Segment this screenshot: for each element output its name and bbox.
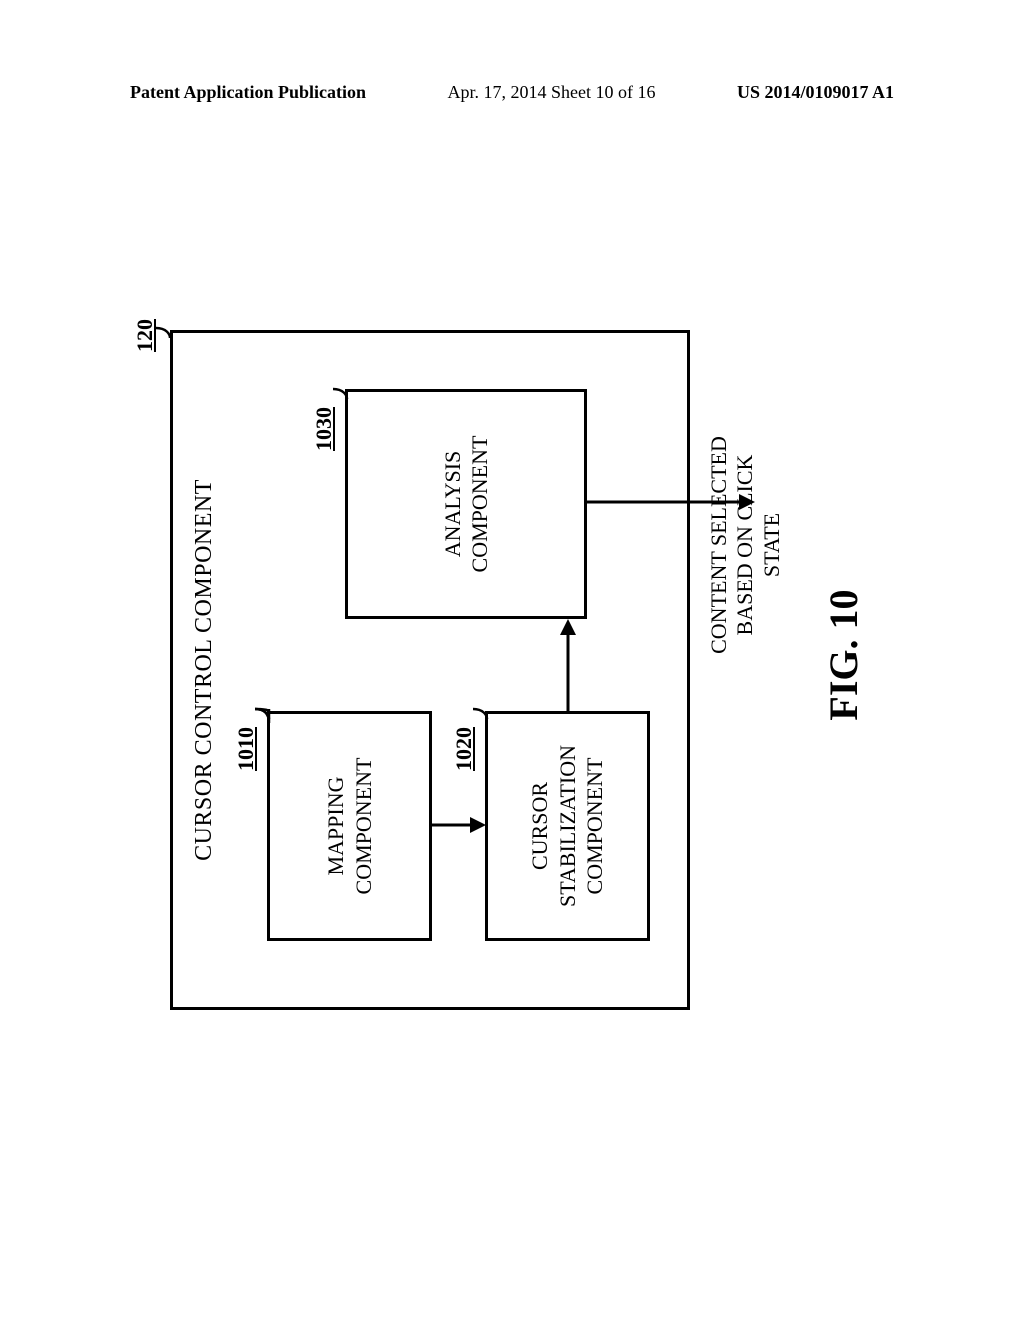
cursor-stabilization-component-label: CURSORSTABILIZATIONCOMPONENT [526,745,609,907]
refnum-120: 120 [132,319,158,352]
header-pubnumber: US 2014/0109017 A1 [737,82,894,103]
cursor-control-component-box: CURSOR CONTROL COMPONENT MAPPINGCOMPONEN… [170,330,690,1010]
header-publication: Patent Application Publication [130,82,366,103]
leader-1030 [333,383,367,417]
leader-1020 [473,703,507,737]
output-label: CONTENT SELECTEDBASED ON CLICKSTATE [706,420,785,670]
figure-container: CURSOR CONTROL COMPONENT MAPPINGCOMPONEN… [120,260,910,1050]
leader-1010 [255,703,289,737]
analysis-component-label: ANALYSISCOMPONENT [439,436,494,573]
mapping-component-box: MAPPINGCOMPONENT [267,711,432,941]
cursor-control-component-title: CURSOR CONTROL COMPONENT [191,333,218,1007]
header-date-sheet: Apr. 17, 2014 Sheet 10 of 16 [448,82,656,103]
mapping-component-label: MAPPINGCOMPONENT [322,758,377,895]
cursor-stabilization-component-box: CURSORSTABILIZATIONCOMPONENT [485,711,650,941]
page-header: Patent Application Publication Apr. 17, … [130,82,894,103]
leader-120 [156,322,190,356]
analysis-component-box: ANALYSISCOMPONENT [345,389,587,619]
arrow-stabilization-to-analysis [558,619,578,711]
arrow-mapping-to-stabilization [432,815,486,835]
figure-number: FIG. 10 [820,260,867,1050]
